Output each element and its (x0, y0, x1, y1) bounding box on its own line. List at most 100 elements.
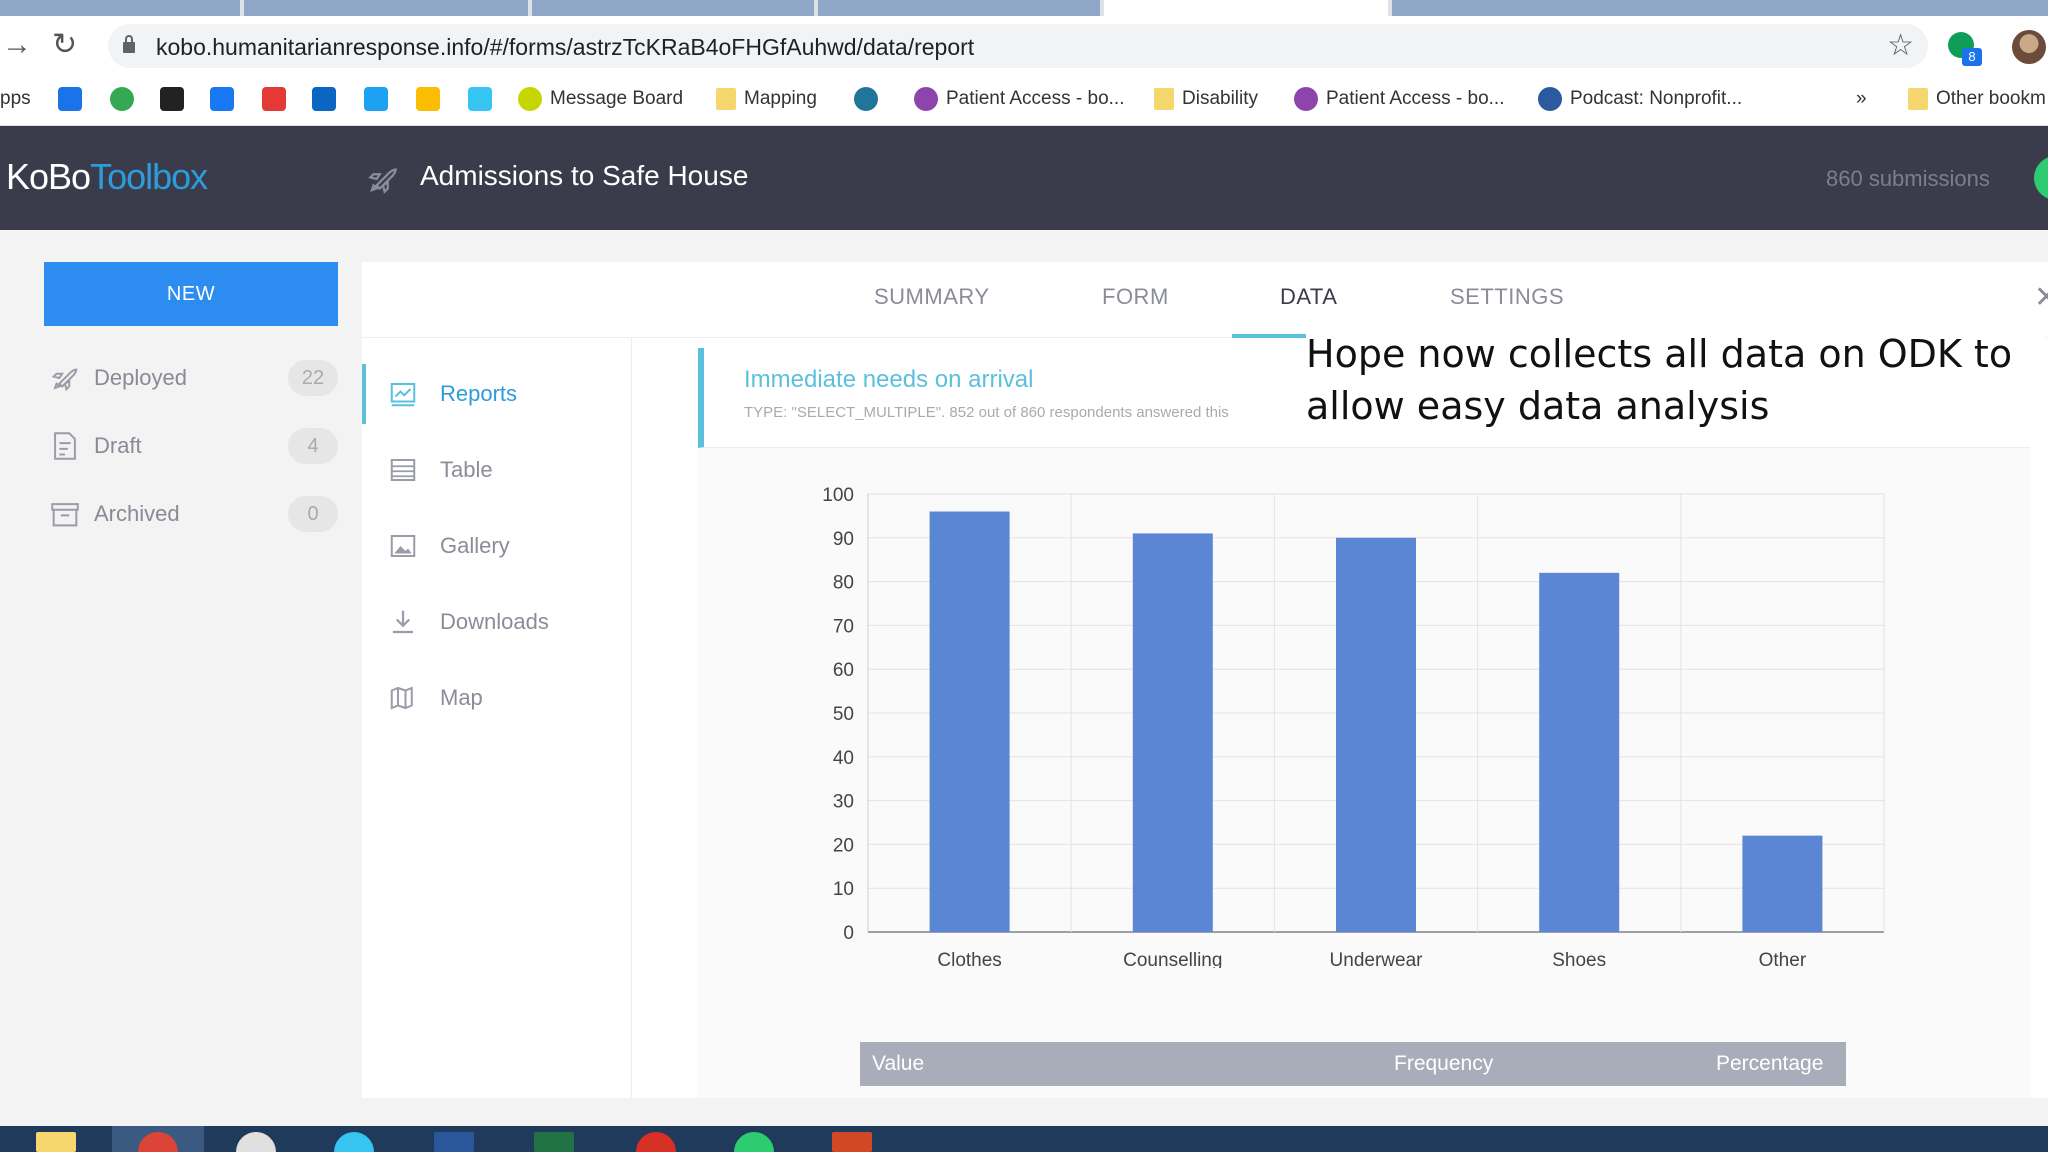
reload-icon[interactable]: ↻ (52, 28, 77, 62)
wordpress-icon (854, 87, 878, 111)
new-button[interactable]: NEW (44, 262, 338, 326)
tab-data[interactable]: DATA (1280, 284, 1337, 310)
column-header-percentage: Percentage (1716, 1052, 1824, 1075)
left-sidebar: NEW Deployed 22 Draft 4 Archived 0 w (0, 230, 360, 1126)
bookmark-patient-access-bo[interactable]: Patient Access - bo... (1294, 84, 1504, 114)
table-icon (390, 459, 416, 481)
taskbar-app[interactable] (210, 1126, 302, 1152)
bookmark-calendar-icon[interactable] (58, 84, 82, 114)
bookmark-disability[interactable]: Disability (1154, 84, 1258, 114)
bookmark-slack-icon[interactable] (468, 84, 492, 114)
logo-toolbox-text: Toolbox (90, 156, 208, 197)
subnav-label: Table (440, 457, 493, 482)
download-icon (393, 610, 413, 634)
subnav-gallery[interactable]: Gallery (386, 526, 510, 566)
bookmark-other-bookm[interactable]: Other bookm (1908, 84, 2046, 114)
y-tick-label: 70 (833, 616, 854, 637)
taskbar-powerpoint[interactable] (806, 1126, 898, 1152)
bookmark-[interactable]: » (1856, 84, 1867, 114)
maps-icon (110, 87, 134, 111)
annotation-text: Hope now collects all data on ODK to all… (1306, 328, 2046, 432)
subnav-downloads[interactable]: Downloads (386, 602, 549, 642)
taskbar-word[interactable] (408, 1126, 500, 1152)
red-app-icon (262, 87, 286, 111)
browser-tab[interactable] (818, 0, 1100, 16)
bookmark-pps[interactable]: pps (0, 84, 31, 114)
bar-other (1742, 835, 1823, 932)
bookmark-twitter-icon[interactable] (364, 84, 388, 114)
rocket-icon (368, 168, 397, 194)
chrome-icon (138, 1132, 178, 1152)
submission-count: 860 submissions (1826, 166, 1990, 191)
calendar-icon (58, 87, 82, 111)
project-tabs: SUMMARY FORM DATA SETTINGS ✕ (362, 262, 2048, 338)
taskbar-explorer[interactable] (12, 1126, 104, 1152)
kobotoolbox-logo[interactable]: KoBoToolbox (6, 156, 208, 198)
folder-icon (716, 88, 736, 110)
rocket-icon (51, 368, 78, 392)
folder-icon (1908, 88, 1928, 110)
bookmark-red-app-icon[interactable] (262, 84, 286, 114)
bookmark-patient-access-bo[interactable]: Patient Access - bo... (914, 84, 1124, 114)
bookmark-podcast-nonprofit[interactable]: Podcast: Nonprofit... (1538, 84, 1742, 114)
count-badge: 0 (288, 496, 338, 532)
subnav-map[interactable]: Map (386, 678, 483, 718)
browser-tabstrip (0, 0, 2048, 16)
count-badge: 4 (288, 428, 338, 464)
browser-tab[interactable] (244, 0, 528, 16)
logo-kobo-text: KoBo (6, 156, 91, 197)
report-panel: Immediate needs on arrival TYPE: "SELECT… (698, 348, 2048, 1098)
bookmark-mapping[interactable]: Mapping (716, 84, 817, 114)
sidebar-item-archived[interactable]: Archived 0 (48, 492, 340, 536)
y-tick-label: 20 (833, 835, 854, 856)
sidebar-item-deployed[interactable]: Deployed 22 (48, 356, 340, 400)
bookmark-wordpress-icon[interactable] (854, 84, 878, 114)
url-bar[interactable]: kobo.humanitarianresponse.info/#/forms/a… (108, 24, 1928, 68)
red-app-icon (636, 1132, 676, 1152)
tab-settings[interactable]: SETTINGS (1450, 284, 1564, 310)
twitter-icon (364, 87, 388, 111)
data-subnav: Reports Table Gallery Downloads Map (362, 338, 632, 1098)
gallery-icon (390, 535, 416, 557)
address-bar: → ↻ kobo.humanitarianresponse.info/#/for… (0, 16, 2048, 74)
forward-icon[interactable]: → (2, 28, 32, 62)
taskbar-chrome[interactable] (112, 1126, 204, 1152)
y-tick-label: 30 (833, 792, 854, 813)
bookmark-message-board[interactable]: Message Board (518, 84, 683, 114)
sidebar-item-draft[interactable]: Draft 4 (48, 424, 340, 468)
tab-form[interactable]: FORM (1102, 284, 1169, 310)
taskbar-app[interactable] (708, 1126, 800, 1152)
bookmark-drive-icon[interactable] (416, 84, 440, 114)
bookmark-label: Other bookm (1936, 88, 2046, 109)
y-tick-label: 0 (843, 923, 854, 944)
close-icon[interactable]: ✕ (2034, 280, 2048, 315)
browser-tab[interactable] (1392, 0, 2048, 16)
taskbar-app[interactable] (610, 1126, 702, 1152)
profile-avatar[interactable] (2012, 30, 2046, 64)
flag-icon (160, 87, 184, 111)
reports-icon (390, 383, 416, 407)
bookmark-maps-icon[interactable] (110, 84, 134, 114)
question-title: Immediate needs on arrival (744, 366, 1034, 393)
bookmark-label: Podcast: Nonprofit... (1570, 88, 1743, 109)
bookmark-star-icon[interactable]: ☆ (1887, 28, 1914, 63)
taskbar-app[interactable] (308, 1126, 400, 1152)
bar-clothes (929, 511, 1010, 932)
bookmark-flag-icon[interactable] (160, 84, 184, 114)
browser-tab[interactable] (532, 0, 814, 16)
heart-icon (914, 87, 938, 111)
browser-tab-active[interactable] (1104, 0, 1388, 16)
subnav-table[interactable]: Table (386, 450, 493, 490)
bookmark-facebook-icon[interactable] (210, 84, 234, 114)
taskbar-excel[interactable] (508, 1126, 600, 1152)
archive-icon (51, 503, 79, 527)
tab-summary[interactable]: SUMMARY (874, 284, 990, 310)
lock-icon (123, 35, 135, 53)
bookmark-linkedin-icon[interactable] (312, 84, 336, 114)
bar-shoes (1539, 572, 1620, 932)
frequency-table-header: Value Frequency Percentage (860, 1042, 1846, 1086)
subnav-reports[interactable]: Reports (386, 374, 517, 414)
browser-tab[interactable] (0, 0, 240, 16)
url-text: kobo.humanitarianresponse.info/#/forms/a… (156, 34, 975, 60)
clock-app-icon (236, 1132, 276, 1152)
